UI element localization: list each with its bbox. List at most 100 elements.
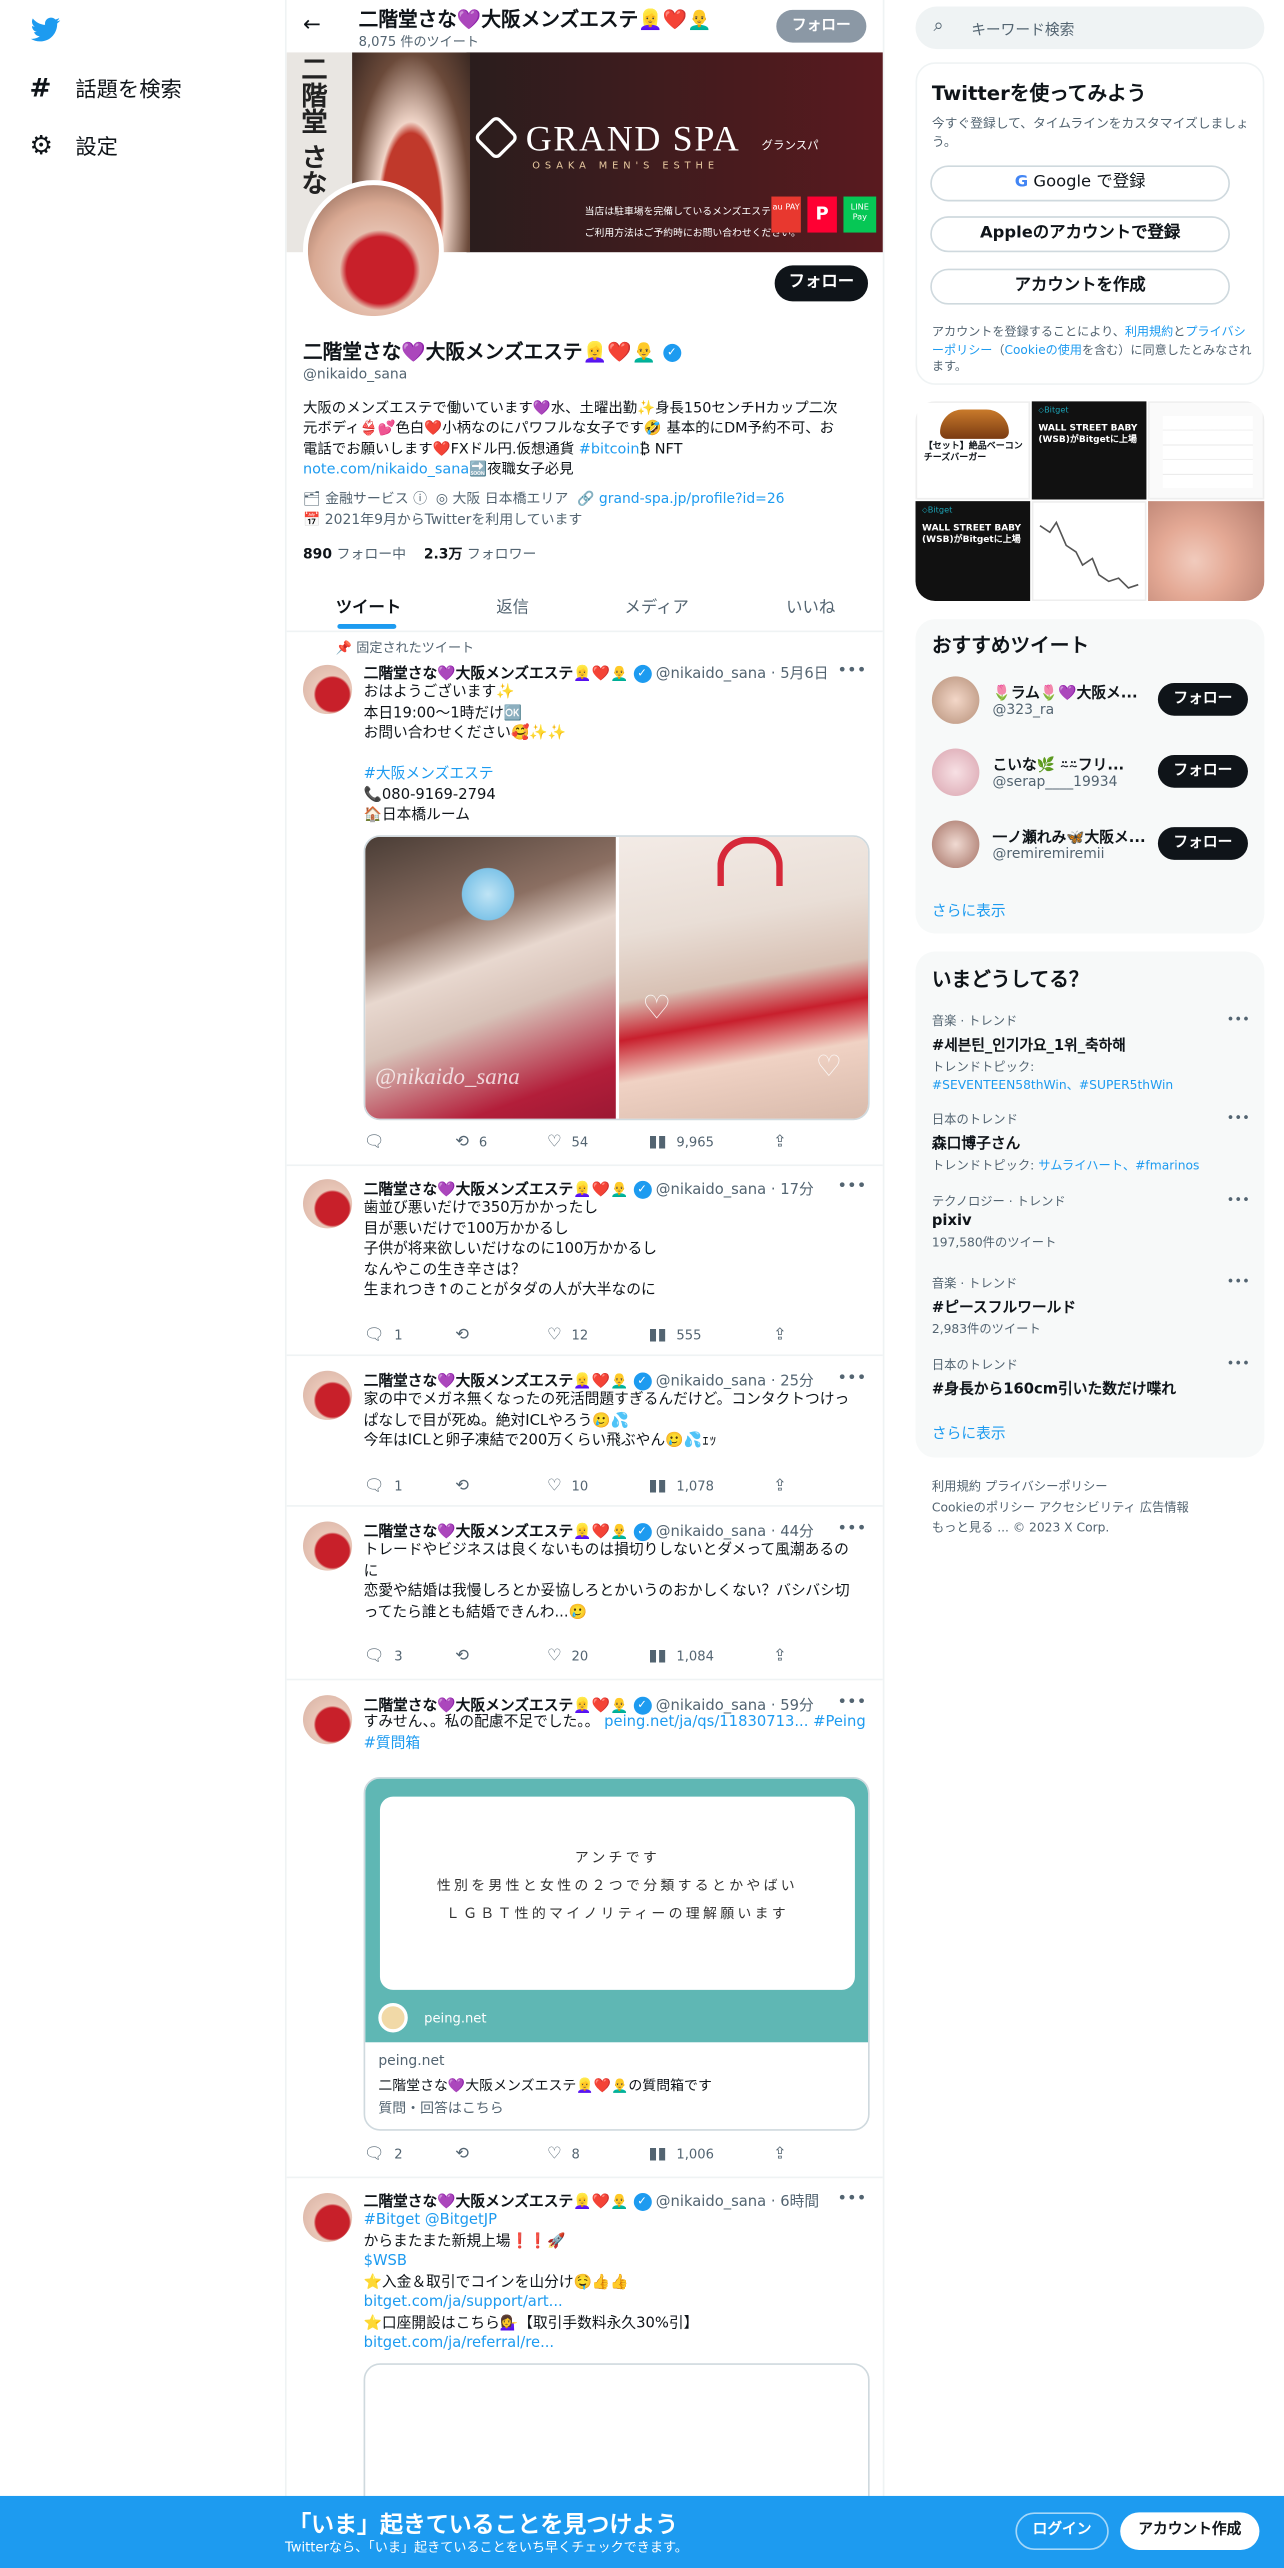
- media-tile[interactable]: [1031, 501, 1147, 602]
- retweet-button[interactable]: ⟲: [455, 1327, 479, 1345]
- recommend-show-more[interactable]: さらに表示: [932, 899, 1006, 920]
- tweet-author-name[interactable]: 二階堂さな💜大阪メンズエステ👱‍♀️❤️👨‍🦲: [364, 1374, 629, 1390]
- tweet-handle[interactable]: @nikaido_sana: [656, 1182, 766, 1198]
- media-tile[interactable]: 【セット】絶品ベーコンチーズバーガー: [915, 401, 1031, 500]
- note-link[interactable]: note.com/nikaido_sana: [303, 462, 469, 478]
- tab-tweets[interactable]: ツイート: [316, 593, 421, 617]
- cashtag[interactable]: $WSB: [364, 2252, 872, 2272]
- tweet-time[interactable]: 17分: [780, 1182, 813, 1198]
- tweet-avatar[interactable]: [302, 2192, 353, 2243]
- footer-line[interactable]: もっと見る ... © 2023 X Corp.: [932, 1518, 1189, 1538]
- bitcoin-hashtag[interactable]: #bitcoin: [579, 442, 640, 458]
- follow-button[interactable]: フォロー: [1157, 755, 1248, 788]
- tweet-media[interactable]: @nikaido_sana ♡ ♡: [363, 835, 870, 1121]
- bitget-support-link[interactable]: bitget.com/ja/support/art...: [364, 2293, 872, 2313]
- tweet-handle[interactable]: @nikaido_sana: [656, 667, 766, 683]
- bitget-mention[interactable]: @BitgetJP: [425, 2213, 497, 2229]
- tab-replies[interactable]: 返信: [460, 593, 565, 617]
- follow-button[interactable]: フォロー: [1157, 827, 1248, 860]
- create-account-button[interactable]: アカウントを作成: [930, 268, 1230, 305]
- media-tile[interactable]: ⬦Bitget WALL STREET BABY (WSB)がBitgetに上場: [1031, 401, 1147, 500]
- link-card[interactable]: アンチです 性別を男性と女性の２つで分類するとかやばい ＬＧＢＴ性的マイノリティ…: [363, 1776, 870, 2131]
- tweet-card[interactable]: 二階堂さな💜大阪メンズエステ👱‍♀️❤️👨‍🦲 ✓ @nikaido_sana …: [286, 1507, 883, 1681]
- share-button[interactable]: ⇪: [773, 2145, 787, 2163]
- tweet-avatar[interactable]: [302, 1179, 353, 1229]
- trend-item[interactable]: 音楽 · トレンド #세븐틴_인기가요_1위_축하해 トレンドトピック: #SE…: [932, 1012, 1251, 1094]
- share-button[interactable]: ⇪: [773, 1477, 787, 1495]
- twitter-logo[interactable]: [29, 15, 62, 44]
- bottom-signup-button[interactable]: アカウント作成: [1120, 2512, 1260, 2550]
- tab-media[interactable]: メディア: [604, 593, 709, 617]
- recommend-user[interactable]: 🌷ラム🌷💜大阪メ... @323_ra フォロー: [931, 676, 1253, 725]
- more-icon[interactable]: •••: [837, 2190, 866, 2208]
- retweet-button[interactable]: ⟲: [455, 1648, 479, 1666]
- cookie-link[interactable]: Cookieの使用: [1005, 341, 1082, 356]
- views-button[interactable]: ▮▮ 1,084: [649, 1648, 714, 1666]
- share-button[interactable]: ⇪: [773, 1648, 787, 1666]
- like-button[interactable]: ♡ 54: [547, 1133, 588, 1151]
- tweet-hashtag[interactable]: #大阪メンズエステ: [364, 765, 872, 785]
- tweet-avatar[interactable]: [302, 664, 353, 715]
- tweet-card[interactable]: 📌 固定されたツイート 二階堂さな💜大阪メンズエステ👱‍♀️❤️👨‍🦲 ✓ @n…: [286, 632, 883, 1167]
- tab-likes[interactable]: いいね: [758, 593, 863, 617]
- tweet-handle[interactable]: @nikaido_sana: [656, 2195, 766, 2211]
- peing-hashtag[interactable]: #Peing: [813, 1715, 866, 1731]
- follow-button[interactable]: フォロー: [1157, 682, 1248, 716]
- header-follow-button[interactable]: フォロー: [776, 9, 867, 43]
- nav-settings[interactable]: ⚙ 設定: [29, 129, 117, 160]
- info-icon[interactable]: ⓘ: [413, 491, 427, 507]
- tweet-card[interactable]: 二階堂さな💜大阪メンズエステ👱‍♀️❤️👨‍🦲 ✓ @nikaido_sana …: [286, 1356, 883, 1507]
- more-icon[interactable]: •••: [837, 1369, 866, 1387]
- more-icon[interactable]: •••: [837, 1520, 866, 1538]
- tweet-author-name[interactable]: 二階堂さな💜大阪メンズエステ👱‍♀️❤️👨‍🦲: [364, 1182, 629, 1198]
- back-arrow-icon[interactable]: ←: [303, 13, 321, 38]
- profile-avatar[interactable]: [302, 180, 444, 321]
- trend-item[interactable]: 日本のトレンド #身長から160cm引いた数だけ喋れ: [932, 1356, 1251, 1399]
- tweet-handle[interactable]: @nikaido_sana: [656, 1374, 766, 1390]
- bitget-hashtag[interactable]: #Bitget: [364, 2213, 421, 2229]
- user-name[interactable]: こいな🌿 ⍨⍨フリ...: [992, 753, 1124, 774]
- like-button[interactable]: ♡ 10: [547, 1477, 588, 1495]
- reply-button[interactable]: 🗨: [364, 1133, 395, 1151]
- trend-topic-links[interactable]: #SEVENTEEN58thWin、#SUPER5thWin: [932, 1078, 1173, 1093]
- profile-website[interactable]: grand-spa.jp/profile?id=26: [599, 491, 785, 507]
- recommend-user[interactable]: こいな🌿 ⍨⍨フリ... @serap____19934 フォロー: [931, 748, 1253, 797]
- media-tile[interactable]: [1148, 501, 1265, 602]
- nav-explore[interactable]: # 話題を検索: [29, 72, 181, 103]
- views-button[interactable]: ▮▮ 1,006: [649, 2145, 714, 2163]
- more-icon[interactable]: •••: [1227, 1012, 1250, 1027]
- more-icon[interactable]: •••: [837, 1693, 866, 1711]
- media-tile[interactable]: [1148, 401, 1265, 500]
- views-button[interactable]: ▮▮ 1,078: [649, 1477, 714, 1495]
- question-box-hashtag[interactable]: #質問箱: [364, 1734, 872, 1754]
- user-name[interactable]: 🌷ラム🌷💜大阪メ...: [992, 681, 1137, 702]
- retweet-button[interactable]: ⟲ 6: [455, 1133, 487, 1151]
- more-icon[interactable]: •••: [837, 1178, 866, 1196]
- tweet-card[interactable]: 二階堂さな💜大阪メンズエステ👱‍♀️❤️👨‍🦲 ✓ @nikaido_sana …: [286, 1166, 883, 1357]
- search-input[interactable]: キーワード検索: [971, 18, 1074, 39]
- tweet-handle[interactable]: @nikaido_sana: [656, 1525, 766, 1541]
- tweet-time[interactable]: 5月6日: [780, 667, 828, 683]
- tweet-author-name[interactable]: 二階堂さな💜大阪メンズエステ👱‍♀️❤️👨‍🦲: [364, 1525, 629, 1541]
- user-name[interactable]: 一ノ瀬れみ🦋大阪メ...: [992, 825, 1145, 846]
- footer-line[interactable]: 利用規約 プライバシーポリシー: [932, 1477, 1189, 1497]
- trend-item[interactable]: 日本のトレンド 森口博子さん トレンドトピック: サムライハート、#fmarin…: [932, 1110, 1251, 1174]
- trend-item[interactable]: 音楽 · トレンド #ピースフルワールド 2,983件のツイート: [932, 1274, 1251, 1338]
- tweet-time[interactable]: 44分: [780, 1525, 813, 1541]
- tweet-author-name[interactable]: 二階堂さな💜大阪メンズエステ👱‍♀️❤️👨‍🦲: [364, 2195, 629, 2211]
- share-button[interactable]: ⇪: [773, 1133, 787, 1151]
- terms-link[interactable]: 利用規約: [1125, 324, 1173, 339]
- tweet-avatar[interactable]: [302, 1370, 353, 1420]
- reply-button[interactable]: 🗨 1: [364, 1477, 403, 1495]
- trend-topic-links[interactable]: サムライハート、#fmarinos: [1038, 1158, 1199, 1173]
- like-button[interactable]: ♡ 12: [547, 1327, 588, 1345]
- media-tile[interactable]: ⬦Bitget WALL STREET BABY (WSB)がBitgetに上場: [915, 501, 1031, 602]
- more-icon[interactable]: •••: [1227, 1274, 1250, 1289]
- share-button[interactable]: ⇪: [773, 1327, 787, 1345]
- followers-link[interactable]: 2.3万 フォロワー: [424, 547, 537, 563]
- trends-show-more[interactable]: さらに表示: [932, 1422, 1006, 1442]
- retweet-button[interactable]: ⟲: [455, 1477, 479, 1495]
- views-button[interactable]: ▮▮ 555: [649, 1327, 702, 1345]
- tweet-time[interactable]: 6時間: [780, 2195, 819, 2211]
- following-link[interactable]: 890 フォロー中: [303, 547, 406, 563]
